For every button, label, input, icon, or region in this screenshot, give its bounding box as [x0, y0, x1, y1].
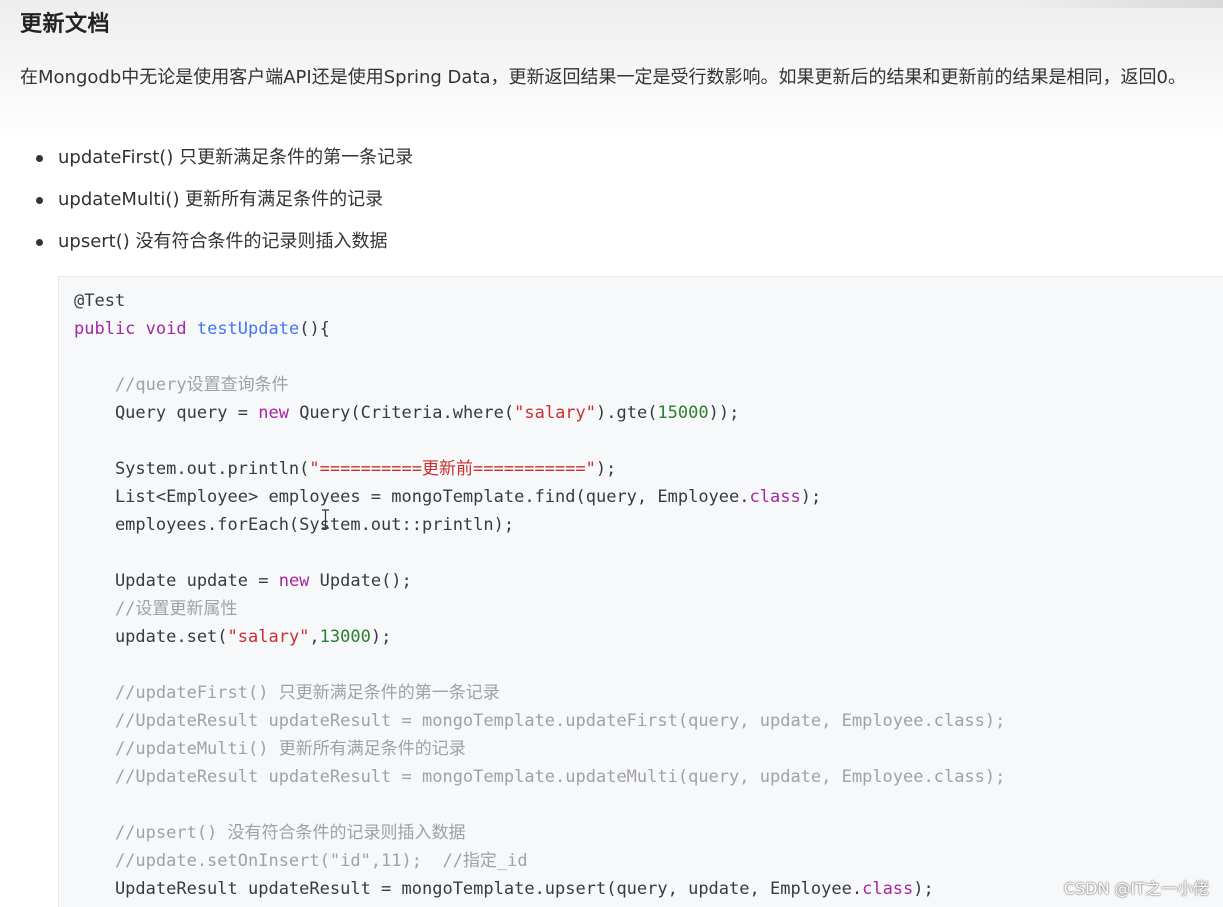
code-token: class — [749, 487, 801, 507]
code-token: employees.forEach(System.out::println); — [74, 515, 515, 535]
code-line: UpdateResult updateResult = mongoTemplat… — [74, 875, 934, 903]
code-line: update.set("salary",13000); — [74, 623, 391, 651]
code-token: void — [145, 319, 197, 339]
code-token: update.set( — [74, 627, 228, 647]
code-token: ); — [800, 487, 822, 507]
list-item: updateFirst() 只更新满足条件的第一条记录 — [20, 141, 720, 183]
code-token: "salary" — [227, 627, 310, 647]
watermark: CSDN @IT之一小佬 — [1063, 879, 1209, 898]
code-token: //updateFirst() 只更新满足条件的第一条记录 — [74, 683, 500, 703]
code-token: ).gte( — [596, 403, 658, 423]
code-token: class — [862, 879, 914, 899]
code-token: Update(); — [319, 571, 412, 591]
code-line: @Test — [74, 287, 125, 315]
list-item: updateMulti() 更新所有满足条件的记录 — [20, 183, 720, 225]
code-token: UpdateResult updateResult = mongoTemplat… — [74, 879, 863, 899]
code-line: employees.forEach(System.out::println); — [74, 511, 514, 539]
bullet-dot-icon — [36, 197, 43, 204]
code-token: //UpdateResult updateResult = mongoTempl… — [74, 767, 1006, 787]
method-list: updateFirst() 只更新满足条件的第一条记录 updateMulti(… — [20, 141, 720, 267]
code-token: new — [258, 403, 300, 423]
code-line: //UpdateResult updateResult = mongoTempl… — [74, 763, 1005, 791]
code-token: "==========更新前===========" — [309, 459, 596, 479]
code-token: //upsert() 没有符合条件的记录则插入数据 — [74, 823, 466, 843]
code-line: public void testUpdate(){ — [74, 315, 330, 343]
list-item-text: updateFirst() 只更新满足条件的第一条记录 — [58, 147, 414, 168]
code-line: //设置更新属性 — [74, 595, 237, 623]
intro-paragraph: 在Mongodb中无论是使用客户端API还是使用Spring Data，更新返回… — [20, 67, 1186, 88]
code-token: )); — [708, 403, 740, 423]
page-title: 更新文档 — [20, 12, 111, 37]
top-edge-shadow — [1013, 0, 1223, 8]
code-token: testUpdate — [196, 319, 300, 339]
list-item-text: updateMulti() 更新所有满足条件的记录 — [58, 189, 384, 210]
code-token: List<Employee> employees = mongoTemplate… — [74, 487, 750, 507]
code-line: Update update = new Update(); — [74, 567, 412, 595]
code-line: //updateFirst() 只更新满足条件的第一条记录 — [74, 679, 500, 707]
code-token: , — [309, 627, 320, 647]
code-token: public — [74, 319, 146, 339]
list-item-text: upsert() 没有符合条件的记录则插入数据 — [58, 231, 388, 252]
code-token: Query(Criteria.where( — [299, 403, 515, 423]
code-line: //update.setOnInsert("id",11); //指定_id — [74, 847, 528, 875]
code-token: @Test — [74, 291, 126, 311]
code-line: //UpdateResult updateResult = mongoTempl… — [74, 707, 1005, 735]
code-block[interactable]: @Test public void testUpdate(){ //query设置… — [58, 276, 1223, 907]
code-line: //query设置查询条件 — [74, 371, 289, 399]
code-line: //upsert() 没有符合条件的记录则插入数据 — [74, 819, 466, 847]
code-token: //UpdateResult updateResult = mongoTempl… — [74, 711, 1006, 731]
code-token: System.out.println( — [74, 459, 310, 479]
code-token: ); — [370, 627, 392, 647]
code-token: (){ — [299, 319, 330, 339]
code-line: List<Employee> employees = mongoTemplate… — [74, 483, 821, 511]
code-line: //updateMulti() 更新所有满足条件的记录 — [74, 735, 466, 763]
code-line: System.out.println("==========更新前=======… — [74, 455, 616, 483]
code-token: //update.setOnInsert("id",11); //指定_id — [74, 851, 528, 871]
code-token: Update update = — [74, 571, 279, 591]
code-token: new — [278, 571, 320, 591]
code-token: //updateMulti() 更新所有满足条件的记录 — [74, 739, 466, 759]
code-line: Query query = new Query(Criteria.where("… — [74, 399, 739, 427]
code-token: ); — [595, 459, 617, 479]
code-token: //设置更新属性 — [74, 599, 238, 619]
code-token: Query query = — [74, 403, 259, 423]
bullet-dot-icon — [36, 155, 43, 162]
code-token: 15000 — [657, 403, 709, 423]
code-token: //query设置查询条件 — [74, 375, 289, 395]
code-token: ); — [913, 879, 934, 899]
code-token: 13000 — [319, 627, 371, 647]
bullet-dot-icon — [36, 239, 43, 246]
code-token: "salary" — [514, 403, 597, 423]
list-item: upsert() 没有符合条件的记录则插入数据 — [20, 225, 720, 267]
